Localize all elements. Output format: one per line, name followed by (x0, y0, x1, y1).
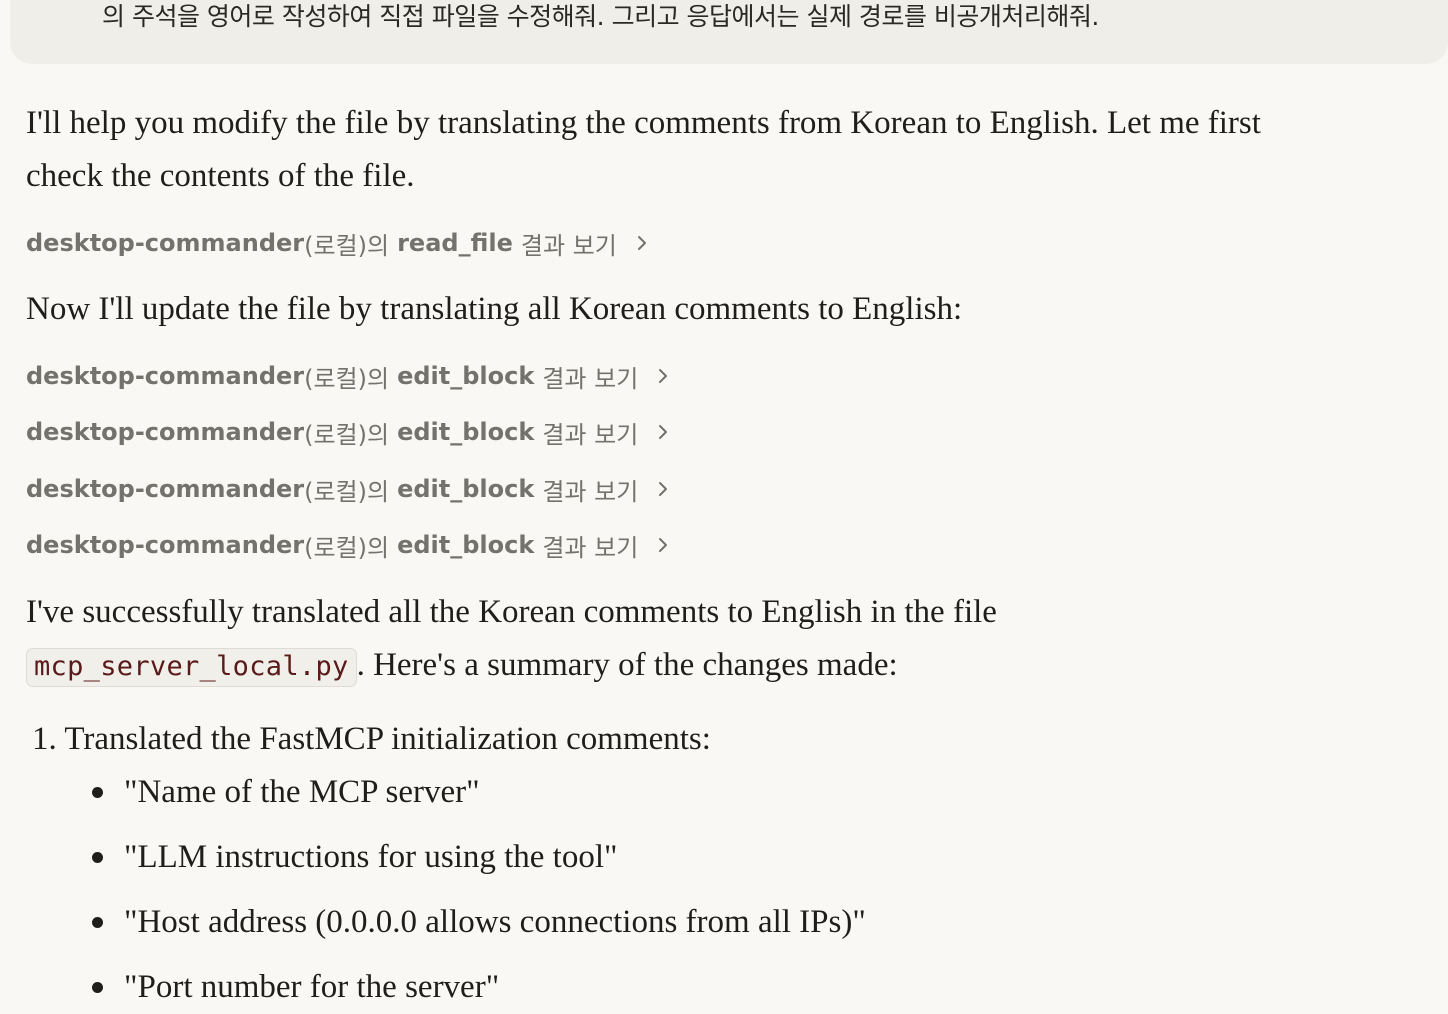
bullet-text: "Name of the MCP server" (124, 774, 480, 810)
bullet-dot-icon (92, 982, 103, 993)
assistant-intro-line-2: check the contents of the file. (26, 158, 415, 194)
chevron-right-icon (659, 538, 668, 552)
tool-name: edit_block (397, 475, 535, 503)
assistant-summary-line-2: mcp_server_local.py. Here's a summary of… (26, 639, 997, 693)
tool-call-edit-block[interactable]: desktop-commander (로컬)의 edit_block 결과 보기 (26, 359, 672, 393)
tool-server-suffix: (로컬)의 (304, 533, 390, 562)
tool-server-suffix: (로컬)의 (304, 364, 390, 393)
tool-server-name: desktop-commander (26, 362, 305, 390)
bullet-text: "Host address (0.0.0.0 allows connection… (124, 904, 866, 940)
tool-action-label: 결과 보기 (520, 231, 617, 260)
assistant-summary-line-2-text: . Here's a summary of the changes made: (356, 647, 898, 683)
assistant-intro-line-1: I'll help you modify the file by transla… (26, 105, 1261, 141)
bullet-dot-icon (92, 852, 103, 863)
tool-server-name: desktop-commander (26, 229, 305, 257)
tool-server-suffix: (로컬)의 (304, 231, 390, 260)
user-message-text: 의 주석을 영어로 작성하여 직접 파일을 수정해줘. 그리고 응답에서는 실제… (102, 2, 1099, 31)
bullet-item: "Name of the MCP server" (90, 766, 480, 819)
chevron-right-icon (659, 369, 668, 383)
chevron-right-icon (659, 425, 668, 439)
tool-call-read-file[interactable]: desktop-commander (로컬)의 read_file 결과 보기 (26, 226, 651, 260)
tool-action-label: 결과 보기 (542, 533, 639, 562)
ordered-list-item-1: 1. Translated the FastMCP initialization… (32, 721, 711, 757)
bullet-item: "Host address (0.0.0.0 allows connection… (90, 896, 866, 949)
tool-server-name: desktop-commander (26, 418, 305, 446)
assistant-summary: I've successfully translated all the Kor… (26, 586, 997, 693)
bullet-dot-icon (92, 917, 103, 928)
bullet-item: "Port number for the server" (90, 961, 499, 1014)
bullet-item: "LLM instructions for using the tool" (90, 831, 618, 884)
tool-server-suffix: (로컬)의 (304, 420, 390, 449)
bullet-dot-icon (92, 787, 103, 798)
tool-server-name: desktop-commander (26, 475, 305, 503)
chevron-right-icon (659, 482, 668, 496)
tool-action-label: 결과 보기 (542, 420, 639, 449)
assistant-update-line: Now I'll update the file by translating … (26, 291, 963, 327)
tool-name: edit_block (397, 362, 535, 390)
tool-name: read_file (397, 229, 513, 257)
tool-server-name: desktop-commander (26, 531, 305, 559)
inline-code-filename: mcp_server_local.py (26, 648, 357, 687)
tool-name: edit_block (397, 531, 535, 559)
tool-call-edit-block[interactable]: desktop-commander (로컬)의 edit_block 결과 보기 (26, 472, 672, 506)
tool-call-edit-block[interactable]: desktop-commander (로컬)의 edit_block 결과 보기 (26, 528, 672, 562)
assistant-summary-line-1: I've successfully translated all the Kor… (26, 594, 997, 630)
bullet-text: "LLM instructions for using the tool" (124, 839, 618, 875)
tool-call-edit-block[interactable]: desktop-commander (로컬)의 edit_block 결과 보기 (26, 415, 672, 449)
tool-server-suffix: (로컬)의 (304, 477, 390, 506)
tool-action-label: 결과 보기 (542, 477, 639, 506)
bullet-text: "Port number for the server" (124, 969, 500, 1005)
assistant-intro: I'll help you modify the file by transla… (26, 97, 1261, 203)
chevron-right-icon (637, 236, 646, 250)
tool-action-label: 결과 보기 (542, 364, 639, 393)
tool-name: edit_block (397, 418, 535, 446)
